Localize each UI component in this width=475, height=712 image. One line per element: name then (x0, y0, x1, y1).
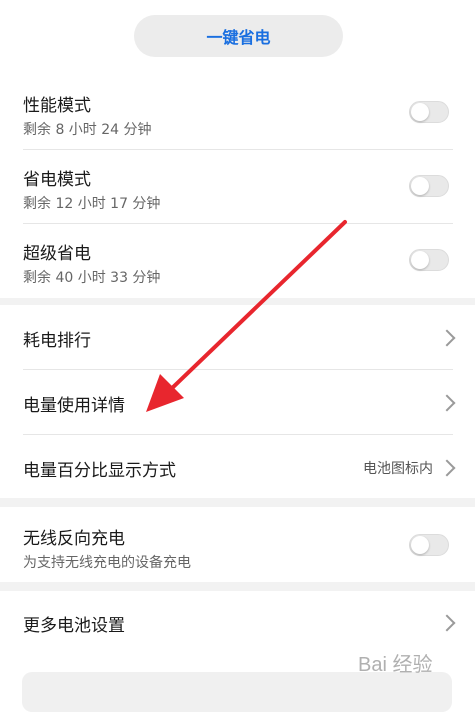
percentage-display-label: 电量百分比显示方式 (23, 461, 176, 481)
mode-remaining: 剩余 8 小时 24 分钟 (23, 122, 152, 138)
performance-mode-row[interactable]: 性能模式 剩余 8 小时 24 分钟 (23, 76, 453, 150)
mode-title: 超级省电 (23, 244, 91, 264)
section-divider (0, 298, 475, 305)
section-divider (0, 498, 475, 507)
power-saving-mode-row[interactable]: 省电模式 剩余 12 小时 17 分钟 (23, 150, 453, 224)
one-key-power-save-button[interactable]: 一键省电 (134, 15, 343, 57)
mode-remaining: 剩余 12 小时 17 分钟 (23, 196, 161, 212)
chevron-right-icon (438, 394, 456, 412)
toggle-knob (411, 103, 429, 121)
performance-mode-toggle[interactable] (409, 101, 449, 123)
more-battery-settings-label: 更多电池设置 (23, 616, 125, 636)
power-ranking-row[interactable]: 耗电排行 (23, 305, 456, 370)
top-area: 一键省电 (0, 0, 475, 76)
bottom-card (22, 672, 452, 712)
mode-remaining: 剩余 40 小时 33 分钟 (23, 270, 161, 286)
usage-details-label: 电量使用详情 (23, 396, 125, 416)
chevron-right-icon (438, 329, 456, 347)
percentage-display-row[interactable]: 电量百分比显示方式 电池图标内 (23, 435, 456, 498)
toggle-knob (411, 251, 429, 269)
power-modes-section: 性能模式 剩余 8 小时 24 分钟 省电模式 剩余 12 小时 17 分钟 超… (0, 76, 475, 298)
chevron-right-icon (438, 614, 456, 632)
section-divider (0, 582, 475, 591)
wireless-reverse-charging-row[interactable]: 无线反向充电 为支持无线充电的设备充电 (23, 507, 453, 582)
more-battery-settings-row[interactable]: 更多电池设置 (23, 591, 456, 655)
wireless-subtitle: 为支持无线充电的设备充电 (23, 555, 191, 571)
mode-title: 性能模式 (23, 96, 91, 116)
percentage-display-value: 电池图标内 (363, 461, 433, 477)
wireless-reverse-charging-toggle[interactable] (409, 534, 449, 556)
power-ranking-label: 耗电排行 (23, 331, 91, 351)
chevron-right-icon (438, 459, 456, 477)
ultra-power-saving-row[interactable]: 超级省电 剩余 40 小时 33 分钟 (23, 224, 453, 298)
ultra-power-saving-toggle[interactable] (409, 249, 449, 271)
mode-title: 省电模式 (23, 170, 91, 190)
toggle-knob (411, 536, 429, 554)
power-saving-mode-toggle[interactable] (409, 175, 449, 197)
toggle-knob (411, 177, 429, 195)
battery-menu-section: 耗电排行 电量使用详情 电量百分比显示方式 电池图标内 (0, 305, 475, 498)
wireless-title: 无线反向充电 (23, 529, 125, 549)
usage-details-row[interactable]: 电量使用详情 (23, 370, 456, 435)
watermark-logo: Bai 经验 (358, 654, 433, 676)
